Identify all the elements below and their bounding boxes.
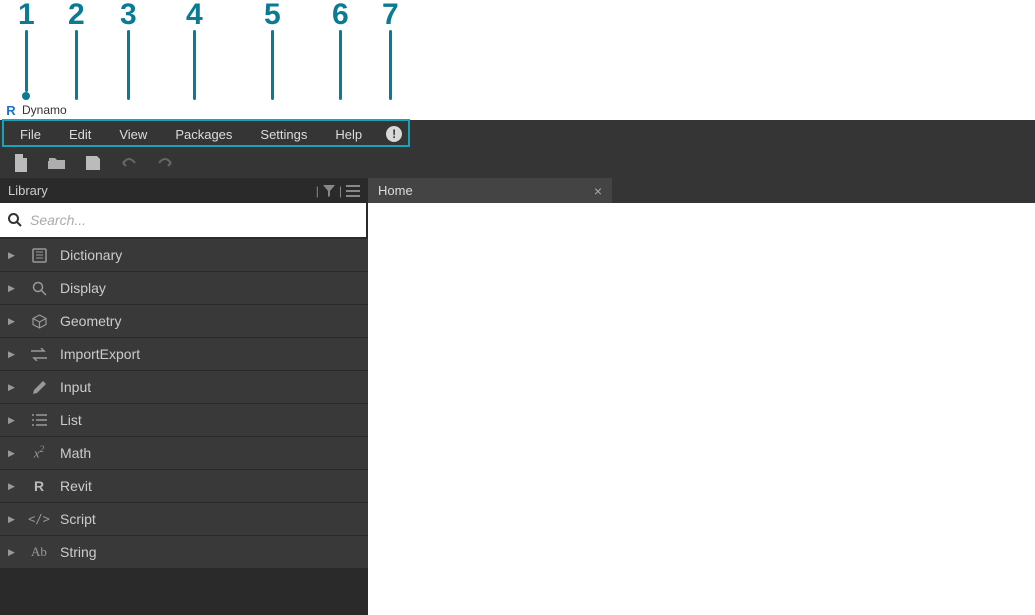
new-file-icon[interactable] — [12, 154, 30, 172]
divider: | — [316, 184, 319, 198]
callout-number: 1 — [18, 0, 35, 30]
callout-number: 6 — [332, 0, 349, 30]
callout-line — [127, 30, 130, 100]
window-title: Dynamo — [22, 103, 67, 117]
tree-item-label: Math — [60, 445, 91, 461]
close-icon[interactable]: × — [594, 183, 602, 199]
callout-line — [339, 30, 342, 100]
tree-item-label: Display — [60, 280, 106, 296]
menubar: File Edit View Packages Settings Help ! — [0, 120, 1035, 148]
save-icon[interactable] — [84, 154, 102, 172]
library-title: Library — [8, 183, 48, 198]
callout-number: 7 — [382, 0, 399, 30]
code-icon: </> — [30, 510, 48, 528]
chevron-right-icon: ▶ — [8, 250, 22, 261]
swap-icon — [30, 345, 48, 363]
library-header: Library | | — [0, 178, 368, 203]
library-panel: Library | | ▶Dictionary▶Dis — [0, 178, 368, 615]
tree-item-label: Input — [60, 379, 91, 395]
callout-2: 2 — [68, 0, 85, 108]
callout-line — [25, 30, 28, 92]
list-view-icon[interactable] — [346, 185, 360, 197]
tree-item-label: Script — [60, 511, 96, 527]
menu-settings[interactable]: Settings — [246, 120, 321, 148]
callout-line — [193, 30, 196, 100]
list-icon — [30, 411, 48, 429]
tree-item-math[interactable]: ▶ x2 Math — [0, 437, 368, 470]
search-row — [0, 203, 366, 237]
tree-item-label: List — [60, 412, 82, 428]
callout-line — [389, 30, 392, 100]
chevron-right-icon: ▶ — [8, 415, 22, 426]
callout-number: 5 — [264, 0, 281, 30]
chevron-right-icon: ▶ — [8, 547, 22, 558]
chevron-right-icon: ▶ — [8, 481, 22, 492]
main-area: Library | | ▶Dictionary▶Dis — [0, 178, 1035, 615]
chevron-right-icon: ▶ — [8, 349, 22, 360]
chevron-right-icon: ▶ — [8, 448, 22, 459]
tree-item-importexport[interactable]: ▶ ImportExport — [0, 338, 368, 371]
callout-6: 6 — [332, 0, 349, 108]
tree-item-label: ImportExport — [60, 346, 140, 362]
pencil-icon — [30, 378, 48, 396]
tree-item-label: String — [60, 544, 97, 560]
titlebar: R Dynamo — [0, 100, 1035, 120]
canvas[interactable] — [368, 203, 1035, 615]
search-icon — [30, 279, 48, 297]
alert-icon[interactable]: ! — [386, 126, 402, 142]
math-icon: x2 — [30, 444, 48, 462]
menu-edit[interactable]: Edit — [55, 120, 105, 148]
callout-line — [271, 30, 274, 100]
menu-help[interactable]: Help — [321, 120, 376, 148]
callout-number: 3 — [120, 0, 137, 30]
filter-icon[interactable] — [323, 185, 335, 197]
search-input[interactable] — [30, 212, 358, 228]
callout-dot — [22, 92, 30, 100]
redo-icon[interactable] — [156, 154, 174, 172]
menu-file[interactable]: File — [6, 120, 55, 148]
tree-item-input[interactable]: ▶ Input — [0, 371, 368, 404]
tree-item-revit[interactable]: ▶ R Revit — [0, 470, 368, 503]
toolbar — [0, 148, 1035, 178]
library-controls: | | — [316, 184, 360, 198]
tree-item-list[interactable]: ▶ List — [0, 404, 368, 437]
open-file-icon[interactable] — [48, 154, 66, 172]
ab-icon: Ab — [30, 543, 48, 561]
tree-item-string[interactable]: ▶ Ab String — [0, 536, 368, 569]
library-tree: ▶ Dictionary ▶ Display ▶ Geometry ▶ ImportExpor… — [0, 239, 368, 615]
undo-icon[interactable] — [120, 154, 138, 172]
callout-3: 3 — [120, 0, 137, 108]
search-icon — [8, 213, 22, 227]
tree-item-display[interactable]: ▶ Display — [0, 272, 368, 305]
callout-4: 4 — [186, 0, 203, 108]
revit-logo-icon: R — [4, 103, 18, 117]
tree-item-label: Geometry — [60, 313, 121, 329]
tree-item-label: Dictionary — [60, 247, 122, 263]
tree-item-script[interactable]: ▶ </> Script — [0, 503, 368, 536]
tab-label: Home — [378, 183, 413, 198]
menu-view[interactable]: View — [105, 120, 161, 148]
tab-home[interactable]: Home × — [368, 178, 612, 203]
callout-line — [75, 30, 78, 100]
callout-1: 1 — [18, 0, 35, 100]
divider: | — [339, 184, 342, 198]
canvas-area: Home × — [368, 178, 1035, 615]
callout-5: 5 — [264, 0, 281, 108]
cube-icon — [30, 312, 48, 330]
callout-7: 7 — [382, 0, 399, 108]
book-icon — [30, 246, 48, 264]
chevron-right-icon: ▶ — [8, 514, 22, 525]
app-window: R Dynamo File Edit View Packages Setting… — [0, 100, 1035, 615]
chevron-right-icon: ▶ — [8, 283, 22, 294]
tab-strip: Home × — [368, 178, 1035, 203]
revit-icon: R — [30, 477, 48, 495]
tree-item-label: Revit — [60, 478, 92, 494]
callout-number: 4 — [186, 0, 203, 30]
tree-item-geometry[interactable]: ▶ Geometry — [0, 305, 368, 338]
tree-item-dictionary[interactable]: ▶ Dictionary — [0, 239, 368, 272]
callout-number: 2 — [68, 0, 85, 30]
menu-packages[interactable]: Packages — [161, 120, 246, 148]
chevron-right-icon: ▶ — [8, 316, 22, 327]
chevron-right-icon: ▶ — [8, 382, 22, 393]
